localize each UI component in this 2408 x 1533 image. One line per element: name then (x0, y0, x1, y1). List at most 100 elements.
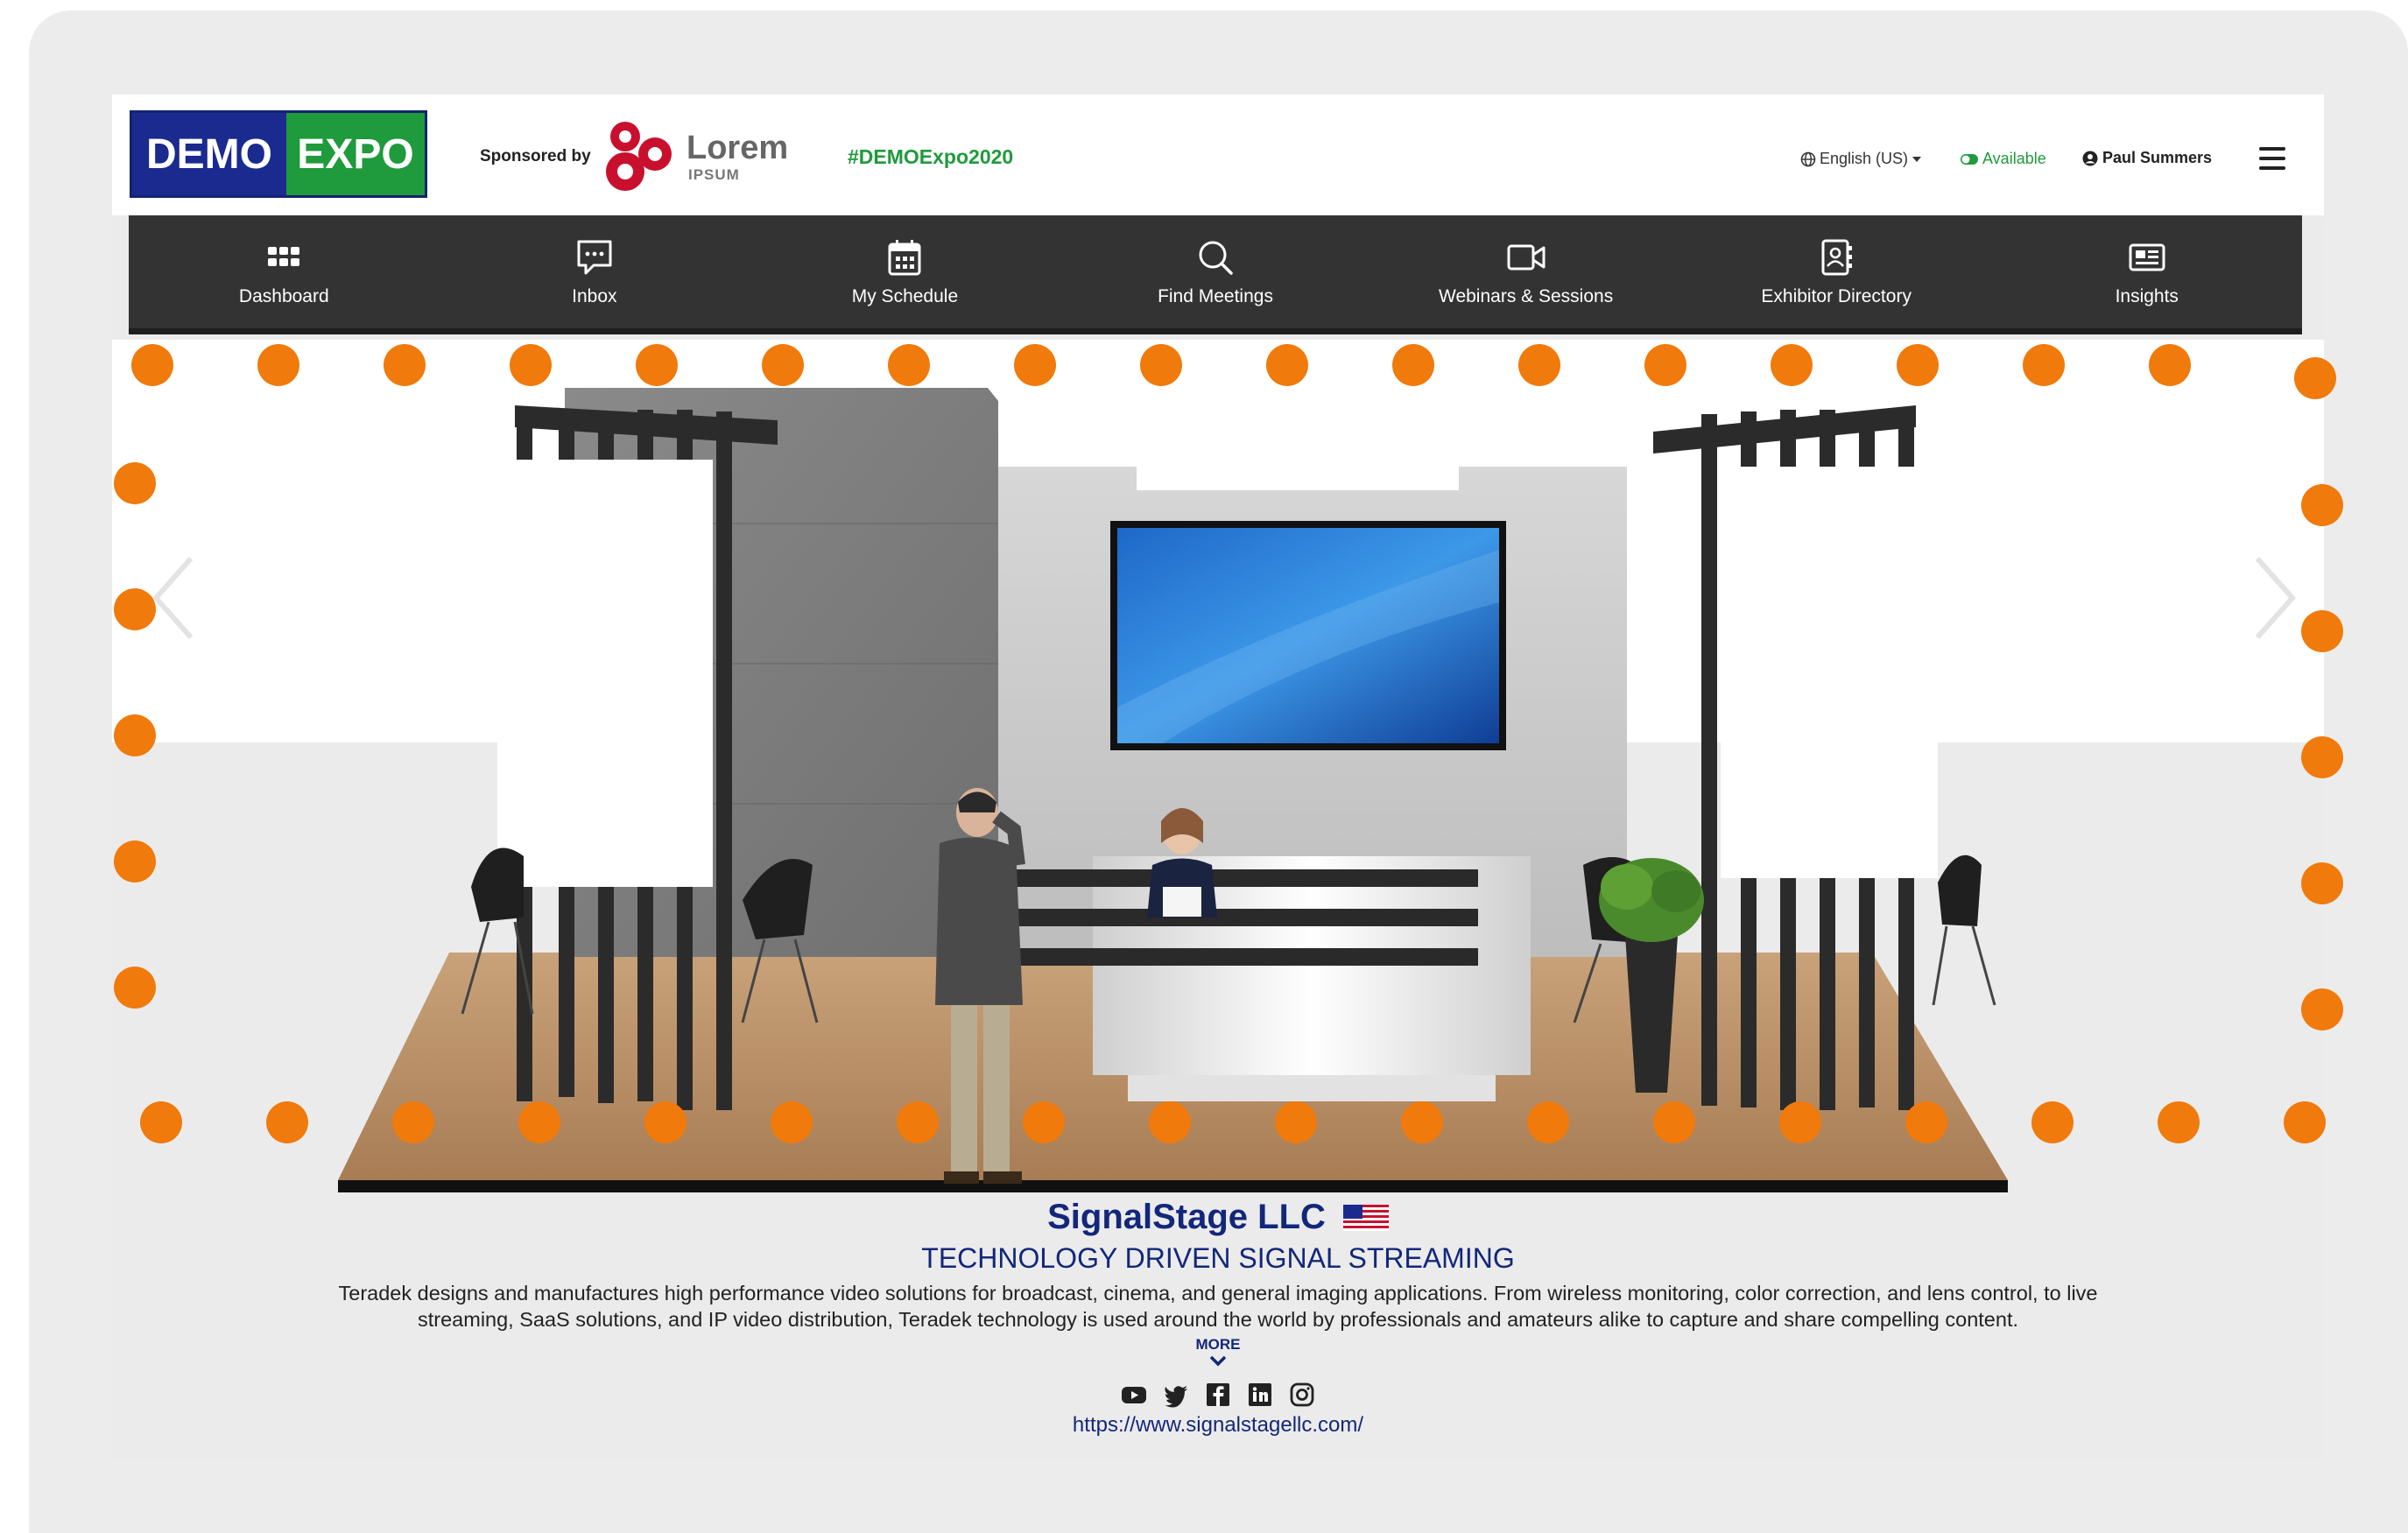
nav-label: Exhibitor Directory (1761, 285, 1912, 306)
booth-light-dot (1014, 344, 1056, 386)
expo-logo[interactable]: DEMO EXPO (130, 110, 427, 198)
booth-light-dot (1392, 344, 1434, 386)
nav-dashboard[interactable]: Dashboard (129, 215, 440, 328)
booth-light-dot (1527, 1101, 1569, 1143)
expo-page: DEMO EXPO Sponsored by Lorem IPSUM #DEMO… (112, 95, 2343, 1460)
booth-light-dot (392, 1101, 434, 1143)
sponsor-logo-icon (606, 122, 672, 191)
chevron-right-icon[interactable] (2249, 550, 2301, 646)
sponsor-subtitle: IPSUM (688, 166, 740, 183)
language-selector[interactable]: English (US) (1800, 150, 1922, 168)
youtube-icon[interactable] (1121, 1382, 1147, 1408)
nav-find-meetings[interactable]: Find Meetings (1060, 215, 1371, 328)
nav-my-schedule[interactable]: My Schedule (750, 215, 1060, 328)
booth-light-dot (1771, 344, 1813, 386)
booth-light-dot (2294, 357, 2336, 399)
company-name-row: SignalStage LLC (1047, 1198, 1389, 1237)
nav-label: Inbox (572, 285, 617, 306)
main-nav: Dashboard Inbox My Schedule Find Meeting… (129, 215, 2302, 334)
booth-light-dot (114, 967, 156, 1009)
booth-illustration[interactable] (112, 340, 2324, 1215)
booth-floor-edge (338, 1180, 2008, 1192)
video-icon (1507, 244, 1545, 270)
availability-toggle[interactable]: Available (1960, 150, 2046, 168)
booth-light-dot (2301, 988, 2343, 1030)
hamburger-menu-icon[interactable] (2259, 147, 2285, 170)
booth-light-dot (1140, 344, 1182, 386)
calendar-icon (888, 239, 921, 275)
booth-light-dot (1149, 1101, 1191, 1143)
newspaper-icon (2129, 243, 2165, 271)
company-description: Teradek designs and manufactures high pe… (338, 1282, 2098, 1331)
social-links (112, 1382, 2324, 1408)
booth-light-dot (762, 344, 804, 386)
nav-label: My Schedule (851, 285, 959, 306)
user-circle-icon (2082, 151, 2098, 165)
booth-light-dot (636, 344, 678, 386)
booth-light-dot (1401, 1101, 1443, 1143)
booth-light-dot (257, 344, 299, 386)
status-label: Available (1982, 150, 2046, 167)
facebook-icon[interactable] (1205, 1382, 1231, 1408)
booth-light-dot (131, 344, 173, 386)
booth-light-dot (1644, 344, 1686, 386)
booth-light-dot (114, 714, 156, 756)
booth-light-dot (2301, 736, 2343, 778)
globe-icon (1800, 151, 1816, 166)
booth-light-dot (1023, 1101, 1065, 1143)
more-button[interactable]: MORE (112, 1336, 2324, 1369)
booth-light-dot (2301, 484, 2343, 526)
nav-inbox[interactable]: Inbox (440, 215, 750, 328)
booth-light-dot (266, 1101, 308, 1143)
nav-label: Find Meetings (1158, 285, 1273, 306)
booth-light-dot (2023, 344, 2065, 386)
booth-light-dot (1653, 1101, 1695, 1143)
booth-light-dot (518, 1101, 560, 1143)
logo-left-text: DEMO (132, 113, 286, 195)
search-icon (1199, 241, 1233, 275)
contact-book-icon (1821, 239, 1853, 275)
caret-down-icon (1912, 156, 1922, 162)
nav-webinars-sessions[interactable]: Webinars & Sessions (1370, 215, 1681, 328)
twitter-icon[interactable] (1163, 1382, 1189, 1408)
sponsor-name: Lorem (686, 130, 789, 166)
booth-light-dot (2284, 1101, 2326, 1143)
company-tagline: TECHNOLOGY DRIVEN SIGNAL STREAMING (921, 1242, 1515, 1274)
us-flag-icon (1342, 1204, 1389, 1231)
sponsored-label: Sponsored by (480, 147, 591, 165)
exhibitor-info: SignalStage LLC TECHNOLOGY DRIVEN SIGNAL… (112, 1198, 2324, 1438)
linkedin-icon[interactable] (1247, 1382, 1273, 1408)
booth-light-dot (510, 344, 552, 386)
right-sign-panel[interactable] (1721, 467, 1938, 878)
booth-light-dot (644, 1101, 686, 1143)
booth-light-dot (114, 462, 156, 504)
toggle-icon (1961, 153, 1978, 165)
nav-label: Webinars & Sessions (1439, 285, 1614, 306)
booth-light-dot (1779, 1101, 1821, 1143)
left-sign-panel[interactable] (497, 460, 713, 887)
booth-light-dot (897, 1101, 939, 1143)
chevron-left-icon[interactable] (147, 550, 200, 646)
booth-light-dot (1897, 344, 1939, 386)
nav-insights[interactable]: Insights (1991, 215, 2302, 328)
booth-light-dot (1275, 1101, 1317, 1143)
chevron-down-icon (1209, 1355, 1227, 1367)
nav-exhibitor-directory[interactable]: Exhibitor Directory (1681, 215, 1992, 328)
company-website-link[interactable]: https://www.signalstagellc.com/ (112, 1413, 2324, 1438)
instagram-icon[interactable] (1289, 1382, 1315, 1408)
user-menu[interactable]: Paul Summers (2082, 149, 2212, 167)
nav-label: Insights (2115, 285, 2179, 306)
logo-right-text: EXPO (286, 113, 425, 195)
booth-light-dot (1266, 344, 1308, 386)
language-label: English (US) (1820, 150, 1909, 167)
user-name: Paul Summers (2102, 149, 2213, 166)
booth-light-dot (114, 588, 156, 630)
nav-label: Dashboard (238, 285, 329, 306)
exhibitor-booth (112, 340, 2343, 1215)
booth-light-dot (2031, 1101, 2074, 1143)
booth-light-dot (2301, 862, 2343, 904)
booth-light-dot (1905, 1101, 1947, 1143)
booth-light-dot (2149, 344, 2191, 386)
event-hashtag[interactable]: #DEMOExpo2020 (848, 145, 1013, 169)
more-label: MORE (1195, 1336, 1241, 1353)
